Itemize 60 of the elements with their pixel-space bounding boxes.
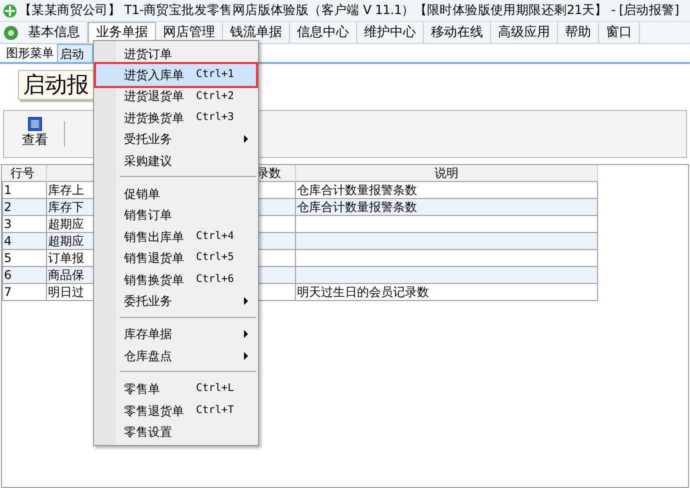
tab[interactable]: 图形菜单: [4, 44, 56, 62]
table-cell: 4: [4, 234, 12, 248]
menu-bar-item[interactable]: 帮助: [558, 22, 599, 43]
menu-item[interactable]: 进货入库单 Ctrl+1: [96, 64, 256, 86]
table-cell: 7: [4, 285, 12, 299]
menu-item[interactable]: 进货换货单 Ctrl+3: [96, 107, 256, 129]
tab[interactable]: 启动: [57, 44, 93, 62]
app-icon: [3, 4, 17, 18]
column-header: 说明: [434, 166, 458, 180]
menu-item[interactable]: 销售换货单 Ctrl+6: [96, 268, 256, 290]
submenu-arrow-icon: [244, 135, 248, 144]
submenu-arrow-icon: [244, 296, 248, 305]
shortcut-label: Ctrl+1: [196, 67, 234, 82]
table-cell: 超期应: [48, 234, 84, 248]
menu-item[interactable]: 销售订单: [96, 204, 256, 226]
table-cell: 明天过生日的会员记录数: [297, 285, 429, 299]
menu-item[interactable]: 销售退货单 Ctrl+5: [96, 248, 256, 269]
shortcut-label: Ctrl+L: [196, 381, 234, 396]
menu-bar-item[interactable]: 高级应用: [491, 22, 558, 43]
table-cell: 5: [4, 251, 12, 265]
window-title: 【某某商贸公司】 T1-商贸宝批发零售网店版体验版（客户端 V 11.1）【限时体验版使用期限还剩21天】 - [启动报警]: [19, 1, 679, 20]
table-cell: 库存上: [48, 183, 84, 197]
shortcut-label: Ctrl+3: [196, 110, 234, 125]
menu-item[interactable]: 零售设置: [96, 421, 256, 443]
shortcut-label: Ctrl+5: [196, 250, 234, 266]
table-cell: 明日过: [48, 285, 84, 299]
menu-bar-item[interactable]: 窗口: [599, 22, 640, 43]
menu-item[interactable]: 促销单: [96, 183, 256, 205]
menu-item[interactable]: 零售退货单 Ctrl+T: [96, 400, 256, 422]
menu-item[interactable]: 采购建议: [96, 150, 256, 172]
grip-icon: [3, 24, 19, 40]
submenu-arrow-icon: [244, 352, 248, 360]
table-cell: 仓库合计数量报警条数: [297, 200, 417, 214]
shortcut-label: Ctrl+6: [196, 272, 234, 287]
table-cell: 超期应: [48, 217, 84, 231]
shortcut-label: Ctrl+4: [196, 228, 234, 244]
menu-item[interactable]: 委托业务: [96, 290, 256, 312]
list-icon: [28, 117, 42, 132]
menu-bar-item[interactable]: 维护中心: [357, 22, 424, 43]
table-cell: 1: [4, 183, 12, 197]
menu-item[interactable]: 进货订单: [96, 43, 256, 64]
table-cell: 库存下: [48, 200, 84, 214]
table-cell: 商品保: [48, 268, 84, 282]
shortcut-label: Ctrl+T: [196, 402, 234, 418]
menu-item[interactable]: 受托业务: [96, 128, 256, 150]
menu-item[interactable]: 仓库盘点: [96, 345, 256, 366]
table-cell: 仓库合计数量报警条数: [297, 183, 417, 197]
menu-bar-item[interactable]: 移动在线: [424, 22, 491, 43]
submenu-arrow-icon: [244, 330, 248, 338]
table-cell: 订单报: [48, 251, 84, 265]
view-button[interactable]: 查看: [14, 117, 56, 151]
table-cell: 3: [4, 217, 12, 231]
menu-item[interactable]: 零售单 Ctrl+L: [96, 378, 256, 400]
menu-item[interactable]: 销售出库单 Ctrl+4: [96, 226, 256, 248]
shortcut-label: Ctrl+2: [196, 88, 234, 104]
column-header: 行号: [10, 166, 34, 180]
table-cell: 6: [4, 268, 12, 282]
table-cell: 2: [4, 200, 12, 214]
menu-item[interactable]: 库存单据: [96, 324, 256, 346]
menu-bar-item[interactable]: 信息中心: [290, 22, 357, 43]
